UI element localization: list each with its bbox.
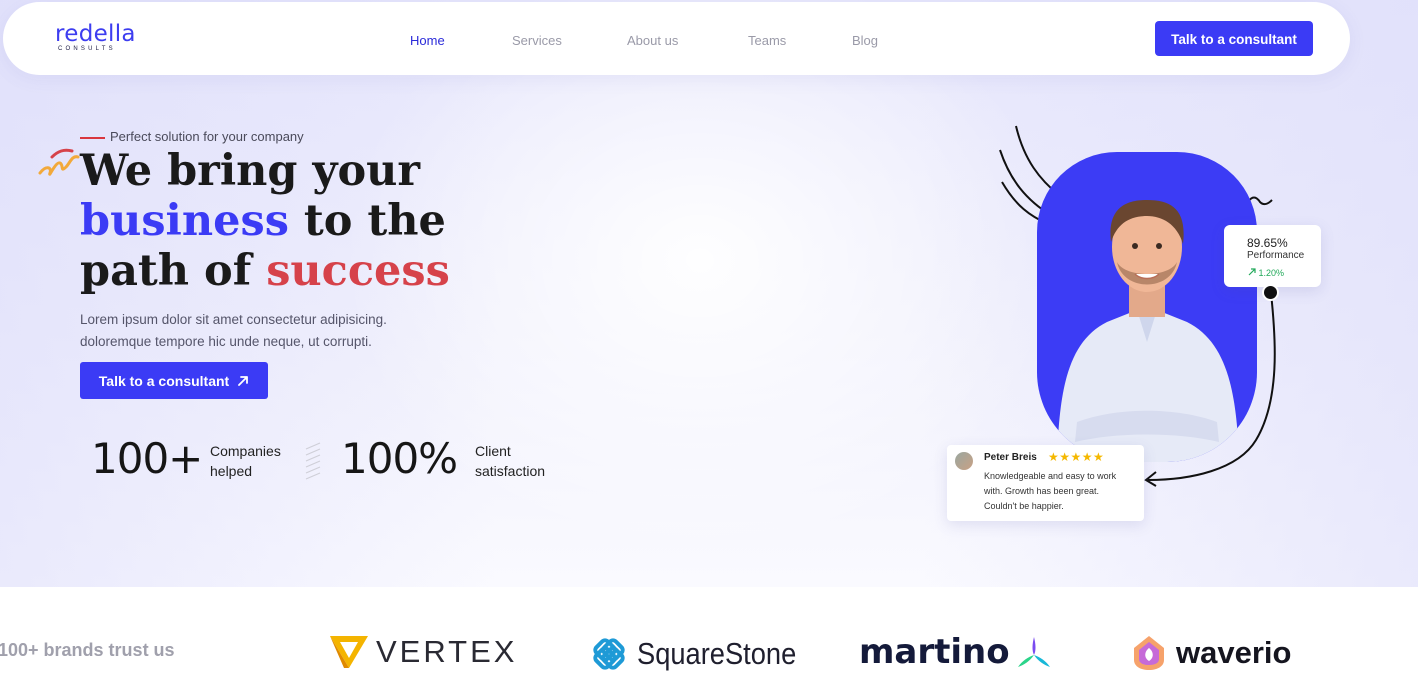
headline-highlight-business: business [80, 196, 289, 246]
reviewer-avatar [955, 452, 973, 470]
star-rating-icon: ★★★★★ [1048, 450, 1105, 464]
brands-label: 100+ brands trust us [0, 640, 175, 660]
stat-companies-label-2: helped [210, 463, 253, 479]
headline-line-3-start: path of [80, 246, 267, 296]
tagline-dash [80, 137, 105, 139]
stat-companies-number: 100+ [91, 434, 203, 483]
logo-wordmark: redella [55, 21, 136, 47]
waverio-logo-icon [1134, 636, 1164, 670]
consultant-photo [1037, 152, 1257, 462]
arrow-up-right-icon [238, 375, 249, 386]
stat-satisfaction-number: 100% [341, 434, 458, 483]
stat-satisfaction-label-2: satisfaction [475, 463, 546, 479]
hero-cta-label: Talk to a consultant [98, 372, 230, 389]
review-text: Knowledgeable and easy to work with. Gro… [984, 471, 1117, 511]
trend-up-icon [1248, 268, 1256, 276]
performance-label: Performance [1247, 250, 1305, 261]
brand-name-martino: martino [859, 632, 1010, 672]
vertex-logo-icon [330, 636, 368, 668]
brand-name-waverio: waverio [1176, 635, 1292, 670]
brand-name-squarestone: SquareStone [637, 636, 797, 671]
stat-companies-label: Companies helped [210, 441, 281, 481]
navbar: redella CONSULTS Home Services About us … [3, 2, 1350, 75]
nav-link-blog[interactable]: Blog [852, 33, 878, 48]
hero-headline: We bring your business to the path of su… [80, 146, 450, 296]
nav-link-about[interactable]: About us [627, 33, 678, 48]
logo[interactable]: redella CONSULTS [55, 22, 136, 52]
nav-link-services[interactable]: Services [512, 33, 562, 48]
stat-satisfaction-label-1: Client [475, 443, 511, 459]
brand-waverio: waverio [1130, 634, 1291, 672]
performance-change: 1.20% [1248, 268, 1284, 278]
headline-highlight-success: success [266, 246, 450, 296]
reviewer-name: Peter Breis [984, 452, 1037, 463]
nav-consultant-button[interactable]: Talk to a consultant [1155, 21, 1313, 56]
stat-companies-label-1: Companies [210, 443, 281, 459]
brand-vertex: VERTEX [328, 634, 517, 670]
nav-link-teams[interactable]: Teams [748, 33, 786, 48]
performance-card: 89.65% Performance 1.20% [1224, 225, 1321, 287]
nav-link-home[interactable]: Home [410, 33, 445, 48]
headline-line-2-rest: to the [288, 196, 446, 246]
hero-tagline: Perfect solution for your company [110, 129, 304, 144]
connector-dot [1262, 284, 1279, 301]
martino-logo-icon [1017, 637, 1050, 667]
hero-consultant-button[interactable]: Talk to a consultant [80, 362, 268, 399]
hero-description-line-2: doloremque tempore hic unde neque, ut co… [80, 334, 372, 349]
stat-divider [305, 442, 321, 480]
performance-value: 89.65% [1247, 236, 1288, 250]
hero-description-line-1: Lorem ipsum dolor sit amet consectetur a… [80, 312, 387, 327]
person-illustration [1057, 200, 1239, 462]
hero-description: Lorem ipsum dolor sit amet consectetur a… [80, 309, 387, 353]
squarestone-logo-icon [593, 638, 625, 670]
headline-line-1: We bring your [80, 146, 421, 196]
review-card: Peter Breis ★★★★★ Knowledgeable and easy… [947, 445, 1144, 521]
brand-martino: martino [859, 632, 1052, 672]
brand-squarestone: SquareStone [589, 634, 818, 674]
brand-name-vertex: VERTEX [376, 634, 518, 669]
stat-satisfaction-label: Client satisfaction [475, 441, 545, 481]
performance-change-value: 1.20% [1258, 268, 1285, 278]
